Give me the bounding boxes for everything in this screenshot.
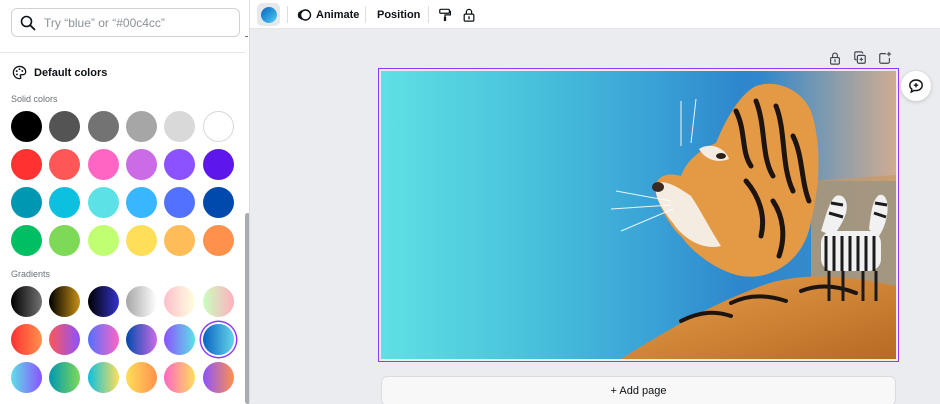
tiger-zebra-photo-illustration xyxy=(610,71,896,359)
default-colors-header: Default colors xyxy=(12,65,107,80)
solid-color-swatch[interactable] xyxy=(49,225,80,256)
gradient-swatch[interactable] xyxy=(11,324,42,355)
solid-color-swatch[interactable] xyxy=(88,187,119,218)
position-label: Position xyxy=(377,8,421,21)
gradient-swatch[interactable] xyxy=(164,286,195,317)
panel-divider xyxy=(0,52,245,53)
lock-icon xyxy=(463,8,475,22)
gradient-swatch[interactable] xyxy=(126,362,157,393)
gradient-swatch[interactable] xyxy=(126,286,157,317)
paint-roller-icon xyxy=(439,8,452,21)
solid-colors-label: Solid colors xyxy=(11,94,58,104)
solid-color-swatch[interactable] xyxy=(164,225,195,256)
solid-color-swatch[interactable] xyxy=(11,187,42,218)
solid-color-swatch[interactable] xyxy=(49,111,80,142)
solid-color-swatch[interactable] xyxy=(203,187,234,218)
gradient-swatch[interactable] xyxy=(203,286,234,317)
solid-color-swatch[interactable] xyxy=(49,149,80,180)
color-search-input[interactable] xyxy=(44,15,234,30)
color-panel: Default colors Solid colors Gradients xyxy=(0,0,250,404)
panel-collapse-handle[interactable] xyxy=(245,36,248,37)
duplicate-icon[interactable] xyxy=(853,51,867,65)
default-colors-title: Default colors xyxy=(34,66,108,79)
color-search-box[interactable] xyxy=(11,8,240,37)
solid-color-swatch[interactable] xyxy=(164,149,195,180)
current-color-swatch xyxy=(260,6,277,23)
gradient-swatch[interactable] xyxy=(88,324,119,355)
page-lock-icon[interactable] xyxy=(828,51,842,65)
solid-color-swatch[interactable] xyxy=(126,149,157,180)
gradients-label: Gradients xyxy=(11,269,51,279)
toolbar-separator xyxy=(365,6,366,23)
lock-button[interactable] xyxy=(462,0,476,29)
gradient-swatch[interactable] xyxy=(49,362,80,393)
solid-color-swatch[interactable] xyxy=(88,149,119,180)
design-page[interactable] xyxy=(381,71,896,359)
gradient-swatch[interactable] xyxy=(203,362,234,393)
solid-color-swatch[interactable] xyxy=(203,225,234,256)
gradient-swatch[interactable] xyxy=(88,286,119,317)
gradient-swatch[interactable] xyxy=(11,362,42,393)
gradient-swatch[interactable] xyxy=(49,286,80,317)
solid-color-swatch[interactable] xyxy=(88,111,119,142)
panel-scrollbar-thumb[interactable] xyxy=(245,213,249,404)
editor-toolbar: Animate Position xyxy=(250,0,940,29)
animate-button[interactable]: Animate xyxy=(296,0,359,29)
solid-color-swatch[interactable] xyxy=(126,225,157,256)
gradient-swatch[interactable] xyxy=(164,324,195,355)
add-comment-button[interactable] xyxy=(901,71,931,101)
comment-icon xyxy=(909,79,923,94)
paint-format-button[interactable] xyxy=(438,0,452,29)
solid-color-swatch[interactable] xyxy=(203,149,234,180)
toolbar-separator xyxy=(428,6,429,23)
solid-color-swatch[interactable] xyxy=(203,111,234,142)
solid-color-swatch[interactable] xyxy=(11,149,42,180)
text-color-button[interactable] xyxy=(257,3,280,26)
animate-label: Animate xyxy=(316,8,360,21)
gradient-swatch-selected[interactable] xyxy=(203,324,234,355)
toolbar-separator xyxy=(287,6,288,23)
gradient-swatch[interactable] xyxy=(164,362,195,393)
solid-color-swatch[interactable] xyxy=(49,187,80,218)
animate-icon xyxy=(297,8,312,21)
solid-color-swatch[interactable] xyxy=(11,111,42,142)
gradient-swatch[interactable] xyxy=(11,286,42,317)
solid-color-swatch[interactable] xyxy=(164,187,195,218)
gradient-swatch[interactable] xyxy=(88,362,119,393)
solid-color-swatch[interactable] xyxy=(126,111,157,142)
gradient-swatch[interactable] xyxy=(49,324,80,355)
solid-color-swatch[interactable] xyxy=(164,111,195,142)
add-page-icon[interactable] xyxy=(878,51,892,65)
add-page-button[interactable]: + Add page xyxy=(381,376,896,404)
palette-icon xyxy=(12,65,27,80)
gradient-swatch[interactable] xyxy=(126,324,157,355)
position-button[interactable]: Position xyxy=(377,0,420,29)
solid-color-swatch[interactable] xyxy=(11,225,42,256)
search-icon xyxy=(20,15,36,30)
solid-color-swatch[interactable] xyxy=(126,187,157,218)
solid-color-swatch[interactable] xyxy=(88,225,119,256)
